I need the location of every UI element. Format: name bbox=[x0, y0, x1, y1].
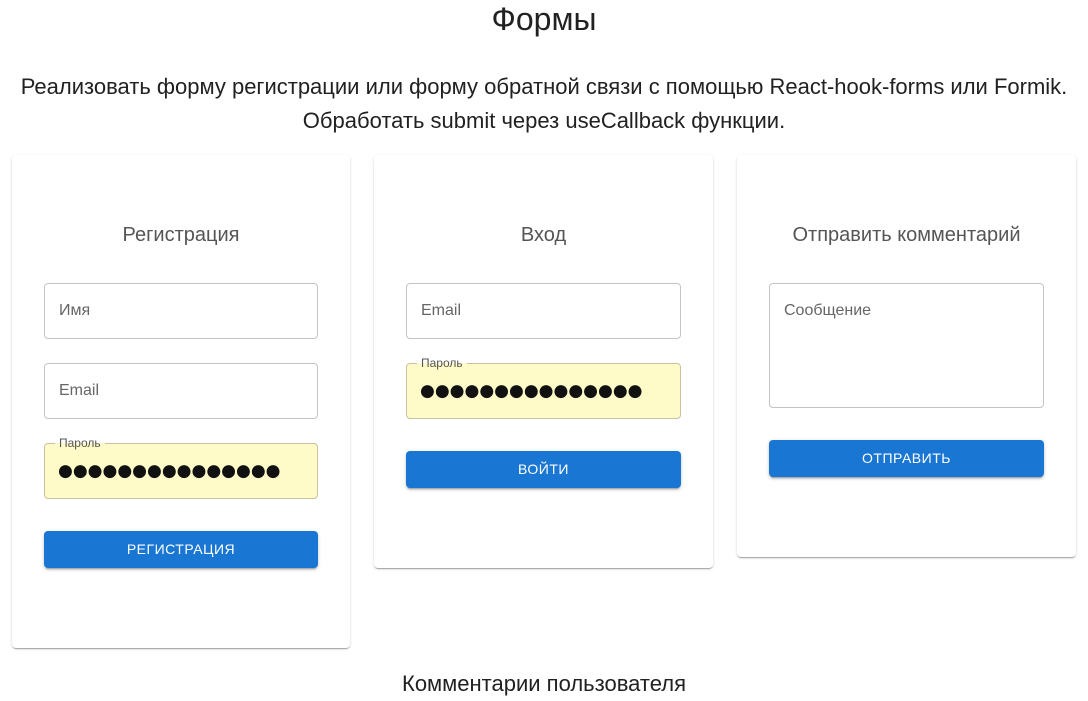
registration-email-placeholder: Email bbox=[59, 382, 100, 399]
message-placeholder: Сообщение bbox=[784, 302, 872, 319]
login-card-title: Вход bbox=[520, 224, 567, 246]
login-password-value: ●●●●●●●●●●●●●●● bbox=[420, 381, 643, 401]
name-placeholder: Имя bbox=[59, 302, 91, 319]
message-textarea[interactable]: Сообщение bbox=[769, 283, 1044, 408]
registration-card: Регистрация Имя Email Пароль ●●●●●●●●●●●… bbox=[12, 155, 350, 648]
comments-section-title: Комментарии пользователя bbox=[402, 671, 686, 696]
login-button[interactable]: ВОЙТИ bbox=[406, 451, 681, 488]
page: Формы Реализовать форму регистрации или … bbox=[0, 0, 1088, 701]
comment-card: Отправить комментарий Сообщение ОТПРАВИТ… bbox=[737, 155, 1076, 557]
login-email-placeholder: Email bbox=[421, 302, 462, 319]
page-title: Формы bbox=[491, 1, 597, 37]
login-card: Вход Email Пароль ●●●●●●●●●●●●●●● ВОЙТИ bbox=[374, 155, 713, 568]
registration-email-field[interactable]: Email bbox=[44, 363, 318, 419]
page-description: Реализовать форму регистрации или форму … bbox=[20, 74, 1068, 133]
login-password-field[interactable]: Пароль ●●●●●●●●●●●●●●● bbox=[406, 356, 681, 419]
login-email-field[interactable]: Email bbox=[406, 283, 681, 339]
registration-password-field[interactable]: Пароль ●●●●●●●●●●●●●●● bbox=[44, 436, 318, 499]
name-field[interactable]: Имя bbox=[44, 283, 318, 339]
registration-card-title: Регистрация bbox=[122, 224, 240, 246]
login-password-label: Пароль bbox=[417, 356, 467, 370]
registration-password-label: Пароль bbox=[55, 436, 105, 450]
registration-password-value: ●●●●●●●●●●●●●●● bbox=[58, 461, 281, 481]
registration-button[interactable]: РЕГИСТРАЦИЯ bbox=[44, 531, 318, 568]
send-button[interactable]: ОТПРАВИТЬ bbox=[769, 440, 1044, 477]
comment-card-title: Отправить комментарий bbox=[792, 224, 1021, 246]
